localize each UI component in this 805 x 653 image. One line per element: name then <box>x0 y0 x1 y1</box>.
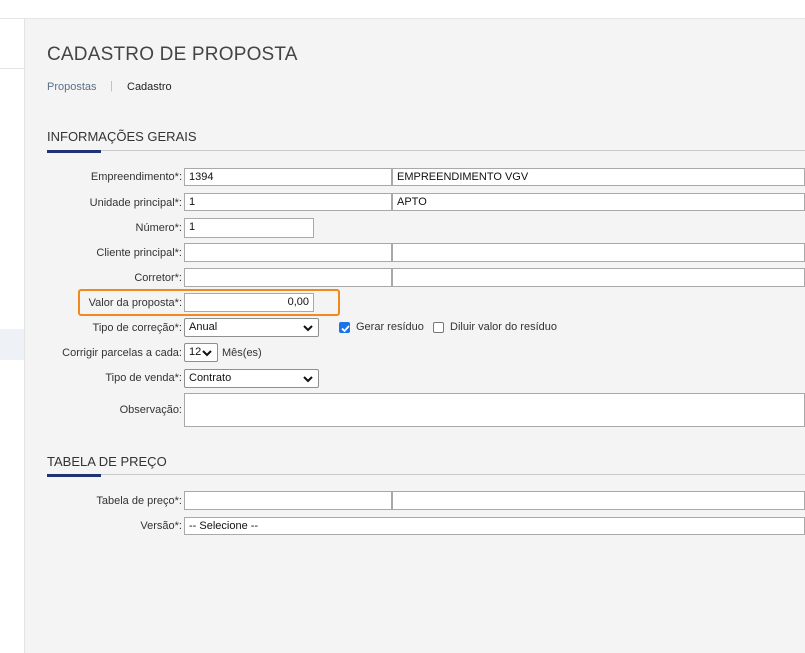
gerar-residuo-label[interactable]: Gerar resíduo <box>356 321 424 333</box>
main-content <box>25 19 805 653</box>
valor-label: Valor da proposta*: <box>88 297 182 309</box>
valor-proposta-field[interactable]: 0,00 <box>184 293 314 312</box>
section-title-price-table: TABELA DE PREÇO <box>47 454 167 469</box>
section-title-general: INFORMAÇÕES GERAIS <box>47 129 197 144</box>
chevron-down-icon <box>303 376 313 383</box>
numero-field[interactable]: 1 <box>184 218 314 238</box>
tipo-correcao-value: Anual <box>189 321 218 333</box>
corretor-code-field[interactable] <box>184 268 392 287</box>
section-accent <box>47 474 101 477</box>
diluir-residuo-label[interactable]: Diluir valor do resíduo <box>450 321 557 333</box>
tipo-correcao-select[interactable]: Anual <box>184 318 319 337</box>
sidebar-divider <box>0 68 24 69</box>
page-title: CADASTRO DE PROPOSTA <box>47 44 298 65</box>
cliente-code-field[interactable] <box>184 243 392 262</box>
tipo-venda-value: Contrato <box>189 372 232 384</box>
section-accent <box>47 150 101 153</box>
check-icon <box>341 325 350 333</box>
sidebar <box>0 19 25 653</box>
versao-select[interactable]: -- Selecione -- <box>184 517 805 535</box>
corrigir-unit: Mês(es) <box>222 347 262 359</box>
top-bar <box>0 0 805 19</box>
tipo-venda-label: Tipo de venda*: <box>105 372 182 384</box>
cliente-name-field[interactable] <box>392 243 805 262</box>
unidade-label: Unidade principal*: <box>89 197 182 209</box>
tipo-venda-select[interactable]: Contrato <box>184 369 319 388</box>
section-divider <box>47 150 805 151</box>
unidade-code-field[interactable]: 1 <box>184 193 392 211</box>
gerar-residuo-checkbox[interactable] <box>339 322 350 333</box>
corrigir-label: Corrigir parcelas a cada: <box>62 347 182 359</box>
unidade-name-field[interactable]: APTO <box>392 193 805 211</box>
corrigir-select[interactable]: 12 <box>184 343 218 362</box>
diluir-residuo-checkbox[interactable] <box>433 322 444 333</box>
empreendimento-code-field[interactable]: 1394 <box>184 168 392 186</box>
breadcrumb-link-propostas[interactable]: Propostas <box>47 81 97 93</box>
sidebar-item-active[interactable] <box>0 329 24 360</box>
corretor-label: Corretor*: <box>134 272 182 284</box>
cliente-label: Cliente principal*: <box>96 247 182 259</box>
empreendimento-name-field[interactable]: EMPREENDIMENTO VGV <box>392 168 805 186</box>
tabela-preco-code-field[interactable] <box>184 491 392 510</box>
breadcrumb-divider: | <box>110 80 113 92</box>
versao-label: Versão*: <box>140 520 182 532</box>
tabela-preco-label: Tabela de preço*: <box>96 495 182 507</box>
corrigir-value: 12 <box>189 346 202 358</box>
tabela-preco-name-field[interactable] <box>392 491 805 510</box>
observacao-textarea[interactable] <box>184 393 805 427</box>
breadcrumb-current: Cadastro <box>127 81 172 93</box>
tipo-correcao-label: Tipo de correção*: <box>92 322 182 334</box>
observacao-label: Observação: <box>119 404 182 416</box>
chevron-down-icon <box>202 350 212 357</box>
section-divider <box>47 474 805 475</box>
chevron-down-icon <box>303 325 313 332</box>
empreendimento-label: Empreendimento*: <box>90 171 182 183</box>
numero-label: Número*: <box>135 222 182 234</box>
corretor-name-field[interactable] <box>392 268 805 287</box>
